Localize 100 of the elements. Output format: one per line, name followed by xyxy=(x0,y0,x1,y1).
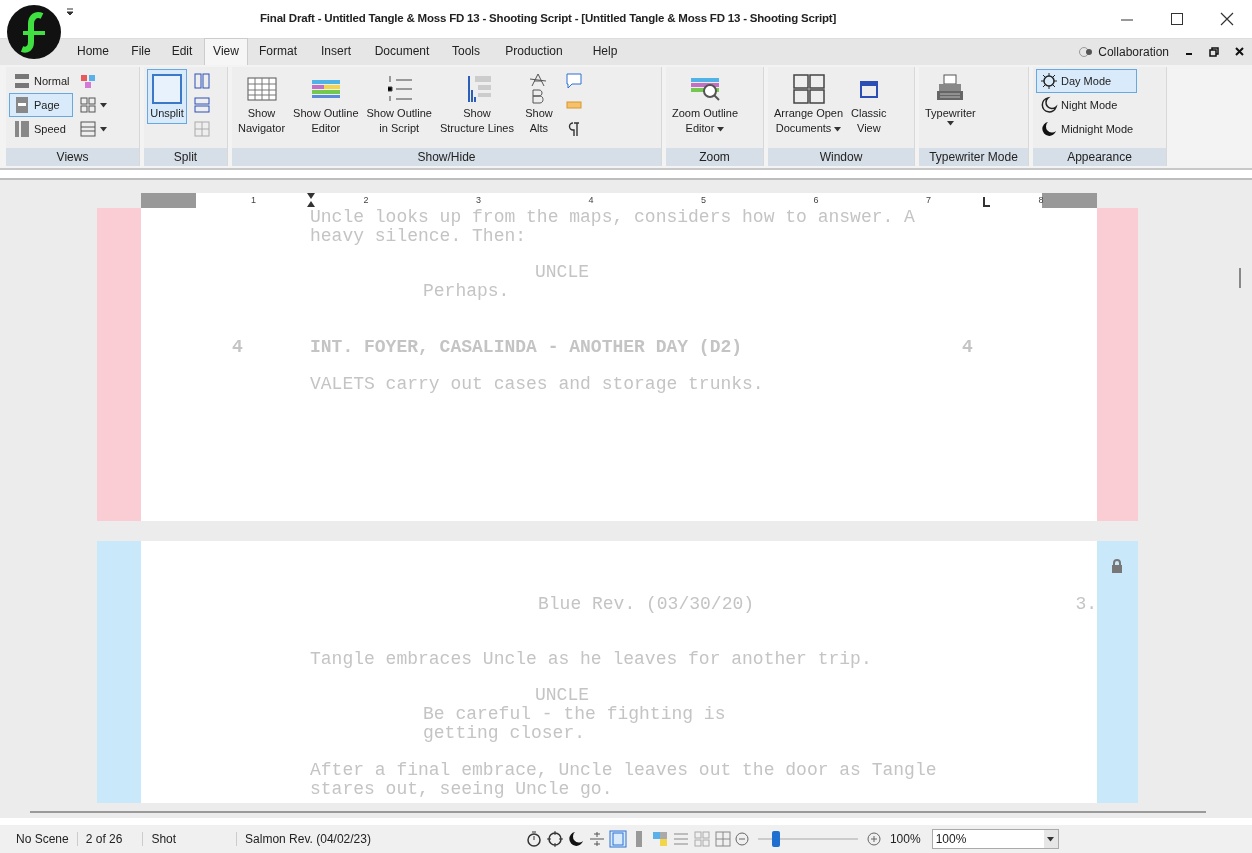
ruler-number: 8 xyxy=(1038,194,1044,207)
ribbon-button[interactable]: Arrange Open Documents xyxy=(771,69,847,139)
close-icon[interactable] xyxy=(1235,47,1244,56)
ruler-number: 6 xyxy=(813,194,819,207)
character-name: UNCLE xyxy=(534,686,590,705)
shot-status: Shot xyxy=(151,831,177,848)
ribbon-button[interactable]: Typewriter xyxy=(922,69,979,129)
close-icon[interactable] xyxy=(1220,12,1234,26)
tiles-icon[interactable] xyxy=(713,830,732,848)
ruler-number: 1 xyxy=(251,194,256,207)
maximize-icon[interactable] xyxy=(1170,12,1184,26)
zoom-percent: 100% xyxy=(889,831,921,848)
group-label: Appearance xyxy=(1033,148,1166,166)
view-mode-button[interactable]: Page xyxy=(9,93,74,117)
caret-icon[interactable] xyxy=(100,102,108,108)
action-line: Tangle embraces Uncle as he leaves for another trip. xyxy=(309,650,873,669)
scrollbar-thumb[interactable] xyxy=(1239,268,1241,288)
moon-icon xyxy=(1040,120,1058,138)
view-mode-button[interactable]: Normal xyxy=(9,69,74,93)
ruler-number: 5 xyxy=(701,194,706,207)
menu-tab[interactable]: Home xyxy=(64,38,122,65)
ribbon-button[interactable]: Classic View xyxy=(848,69,890,139)
target-icon[interactable] xyxy=(545,830,564,848)
action-line: VALETS carry out cases and storage trunks. xyxy=(309,375,765,394)
caret-icon[interactable] xyxy=(834,126,842,132)
moon-icon[interactable] xyxy=(566,830,585,848)
ruler-number: 4 xyxy=(588,194,594,207)
menu-tab[interactable]: Insert xyxy=(308,38,364,65)
caret-icon[interactable] xyxy=(1047,836,1055,842)
ribbon-button[interactable]: Show Outline in Script xyxy=(363,69,435,139)
ruler-margin xyxy=(141,193,196,208)
character-name: UNCLE xyxy=(534,263,590,282)
caret-icon[interactable] xyxy=(717,126,725,132)
window-title: Final Draft - Untitled Tangle & Moss FD 13 - Shooting Script - [Untitled Tangle & Moss FD 13 - Shooting Script] xyxy=(260,11,837,27)
comment-icon xyxy=(564,72,583,90)
view-mode-button[interactable]: Day Mode xyxy=(1036,69,1138,93)
page-view-icon[interactable] xyxy=(608,830,627,848)
menu-tab[interactable]: Help xyxy=(576,38,634,65)
stopwatch-icon[interactable] xyxy=(524,830,543,848)
horizontal-scrollbar[interactable] xyxy=(30,811,1206,813)
crescent-icon xyxy=(1040,96,1058,114)
vertical-split-icon xyxy=(193,72,211,90)
menu-tab[interactable]: Edit xyxy=(160,38,204,65)
menu-tab[interactable]: File xyxy=(122,38,160,65)
quick-access-icon[interactable] xyxy=(66,7,74,17)
page-status: 2 of 26 xyxy=(85,831,123,848)
menu-tab[interactable]: Document xyxy=(364,38,440,65)
ribbon-button[interactable]: Show Structure Lines xyxy=(436,69,517,139)
split-icon[interactable] xyxy=(587,830,606,848)
menu-tab[interactable]: Production xyxy=(492,38,576,65)
app-logo-icon xyxy=(6,4,62,60)
grid-icon xyxy=(79,96,98,114)
columns-icon xyxy=(13,120,31,138)
indent-marker-icon[interactable] xyxy=(307,193,315,207)
zoom-out-icon[interactable] xyxy=(734,832,749,846)
ruler-number: 2 xyxy=(363,194,369,207)
action-line: heavy silence. Then: xyxy=(309,227,528,246)
ribbon-button[interactable]: Show Outline Editor xyxy=(290,69,362,139)
view-mode-button[interactable]: Night Mode xyxy=(1036,93,1138,117)
page-icon xyxy=(13,96,31,114)
single-pane-icon xyxy=(150,72,184,106)
ribbon-button[interactable]: Show Alts xyxy=(518,69,559,139)
menu-tab[interactable]: Format xyxy=(248,38,308,65)
dialogue-line: Perhaps. xyxy=(422,282,511,301)
group-label: Split xyxy=(144,148,227,166)
revision-header: Blue Rev. (03/30/20) xyxy=(538,595,756,614)
ruler-number: 3 xyxy=(476,194,481,207)
lock-icon[interactable] xyxy=(1111,559,1123,573)
ruler-margin xyxy=(1042,193,1097,208)
group-label: Window xyxy=(768,148,914,166)
zoom-combo[interactable]: 100% xyxy=(931,829,1059,849)
view-mode-button[interactable]: Speed xyxy=(9,117,74,141)
dialogue-line: Be careful - the fighting is xyxy=(422,705,727,724)
group-label: Typewriter Mode xyxy=(919,148,1028,166)
caret-icon[interactable] xyxy=(946,121,954,126)
caret-icon[interactable] xyxy=(100,126,108,132)
restore-icon[interactable] xyxy=(1209,47,1219,57)
scene-number: 4 xyxy=(232,338,244,357)
ribbon-button[interactable]: Zoom Outline Editor xyxy=(669,69,742,139)
rows-icon xyxy=(79,120,98,138)
collaboration-link[interactable]: Collaboration xyxy=(1098,43,1169,61)
menu-tab[interactable]: View xyxy=(204,38,248,65)
dialogue-line: getting closer. xyxy=(422,724,587,743)
page-number: 3. xyxy=(1075,595,1097,614)
tab-stop-icon[interactable] xyxy=(982,197,990,207)
group-label: Show/Hide xyxy=(232,148,661,166)
ribbon-button[interactable]: Unsplit xyxy=(147,69,187,124)
quad-split-icon xyxy=(193,120,211,138)
slider-thumb[interactable] xyxy=(771,831,780,847)
group-label: Zoom xyxy=(666,148,763,166)
group-label: Views xyxy=(6,148,139,166)
ribbon-button[interactable]: Show Navigator xyxy=(235,69,289,139)
scene-number: 4 xyxy=(962,338,973,357)
revision-status: Salmon Rev. (04/02/23) xyxy=(245,831,371,848)
scene-heading: INT. FOYER, CASALINDA - ANOTHER DAY (D2) xyxy=(310,338,744,357)
menu-tab[interactable]: Tools xyxy=(440,38,492,65)
horizontal-split-icon xyxy=(193,96,211,114)
zoom-in-icon[interactable] xyxy=(866,832,881,846)
view-mode-button[interactable]: Midnight Mode xyxy=(1036,117,1138,141)
sun-icon xyxy=(1040,72,1058,90)
